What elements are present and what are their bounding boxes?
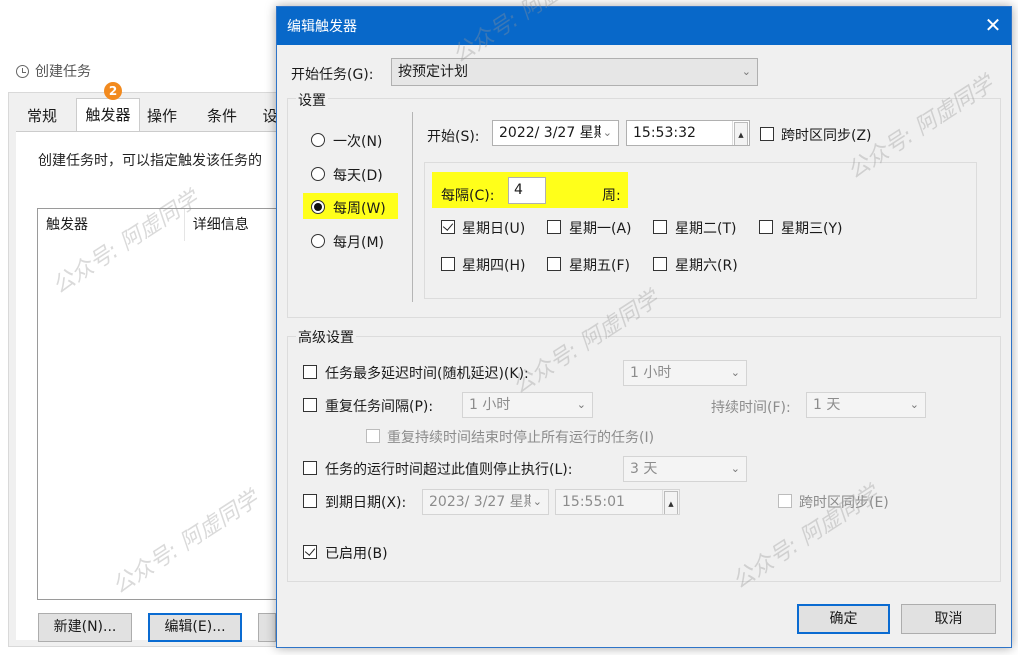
ok-button[interactable]: 确定: [797, 604, 890, 634]
start-task-label: 开始任务(G):: [291, 67, 374, 83]
settings-group-label: 设置: [296, 90, 328, 110]
dialog-title-bar: [277, 7, 1011, 45]
tab-triggers[interactable]: 触发器: [76, 98, 140, 133]
duration-select[interactable]: 1 天 ⌄: [806, 392, 926, 418]
expire-date-value: 2023/ 3/27 星期: [429, 494, 538, 510]
expire-time-value: 15:55:01: [562, 494, 625, 510]
stop-longer-select[interactable]: 3 天 ⌄: [623, 456, 747, 482]
chevron-down-icon: ⌄: [730, 366, 740, 379]
enabled-label[interactable]: 已启用(B): [325, 543, 388, 563]
radio-once[interactable]: [311, 133, 325, 147]
new-trigger-button[interactable]: 新建(N)...: [38, 613, 132, 642]
stop-all-checkbox[interactable]: [366, 429, 380, 443]
day-monday-checkbox[interactable]: [547, 220, 561, 234]
expire-time-picker[interactable]: 15:55:01 ▲ ▼: [555, 489, 680, 515]
sync-timezone-label[interactable]: 跨时区同步(Z): [781, 125, 872, 145]
expire-label[interactable]: 到期日期(X):: [325, 492, 406, 512]
delay-label[interactable]: 任务最多延迟时间(随机延迟)(K):: [325, 363, 529, 383]
column-details[interactable]: 详细信息: [185, 209, 280, 241]
start-date-picker[interactable]: 2022/ 3/27 星期 ⌄: [492, 120, 619, 146]
day-thursday-checkbox[interactable]: [441, 257, 455, 271]
tab-general[interactable]: 常规: [22, 100, 62, 132]
radio-weekly[interactable]: [311, 200, 325, 214]
spin-up-icon[interactable]: ▲: [734, 122, 748, 145]
start-task-select[interactable]: 按预定计划 ⌄: [391, 58, 758, 86]
stop-longer-checkbox[interactable]: [303, 461, 317, 475]
radio-daily-label[interactable]: 每天(D): [333, 165, 383, 185]
create-task-title: 创建任务: [16, 60, 91, 82]
window-title-text: 创建任务: [35, 64, 91, 80]
day-monday-label[interactable]: 星期一(A): [569, 218, 632, 238]
every-weeks-input[interactable]: 4: [508, 177, 546, 204]
enabled-checkbox[interactable]: [303, 545, 317, 559]
radio-monthly-label[interactable]: 每月(M): [333, 232, 384, 252]
stop-longer-value: 3 天: [630, 461, 658, 477]
close-icon[interactable]: ✕: [980, 12, 1006, 38]
clock-icon: [16, 64, 29, 78]
stop-longer-label[interactable]: 任务的运行时间超过此值则停止执行(L):: [325, 459, 572, 479]
chevron-down-icon: ⌄: [600, 121, 612, 145]
repeat-checkbox[interactable]: [303, 398, 317, 412]
advanced-group-label: 高级设置: [296, 327, 356, 347]
expire-date-picker[interactable]: 2023/ 3/27 星期 ⌄: [422, 489, 549, 515]
day-thursday-label[interactable]: 星期四(H): [462, 255, 525, 275]
tab-actions[interactable]: 操作: [142, 100, 182, 132]
repeat-value: 1 小时: [469, 397, 511, 413]
start-time-picker[interactable]: 15:53:32 ▲ ▼: [626, 120, 750, 146]
radio-weekly-label[interactable]: 每周(W): [333, 198, 386, 218]
repeat-label[interactable]: 重复任务间隔(P):: [325, 396, 433, 416]
start-time-value: 15:53:32: [633, 125, 696, 141]
start-time-spinner[interactable]: ▲ ▼: [732, 121, 749, 145]
edit-trigger-button[interactable]: 编辑(E)...: [148, 613, 242, 642]
step-badge: 2: [104, 82, 122, 100]
settings-divider: [412, 112, 413, 302]
cancel-button[interactable]: 取消: [901, 604, 996, 634]
delay-select[interactable]: 1 小时 ⌄: [623, 360, 747, 386]
sync-timezone-checkbox[interactable]: [760, 127, 774, 141]
day-friday-label[interactable]: 星期五(F): [569, 255, 630, 275]
triggers-description: 创建任务时，可以指定触发该任务的: [38, 153, 262, 169]
radio-daily[interactable]: [311, 167, 325, 181]
delete-trigger-button[interactable]: [258, 613, 276, 642]
day-wednesday-label[interactable]: 星期三(Y): [781, 218, 842, 238]
radio-monthly[interactable]: [311, 234, 325, 248]
every-label: 每隔(C):: [441, 188, 495, 204]
day-sunday-checkbox[interactable]: [441, 220, 455, 234]
delay-value: 1 小时: [630, 365, 672, 381]
delay-checkbox[interactable]: [303, 365, 317, 379]
start-date-value: 2022/ 3/27 星期: [499, 125, 608, 141]
chevron-down-icon: ⌄: [741, 65, 751, 78]
duration-value: 1 天: [813, 397, 841, 413]
chevron-down-icon: ⌄: [730, 462, 740, 475]
radio-once-label[interactable]: 一次(N): [333, 131, 382, 151]
day-saturday-label[interactable]: 星期六(R): [675, 255, 738, 275]
expire-checkbox[interactable]: [303, 494, 317, 508]
chevron-down-icon: ⌄: [530, 490, 542, 514]
day-sunday-label[interactable]: 星期日(U): [462, 218, 525, 238]
day-friday-checkbox[interactable]: [547, 257, 561, 271]
chevron-down-icon: ⌄: [576, 398, 586, 411]
day-tuesday-checkbox[interactable]: [653, 220, 667, 234]
spin-up-icon[interactable]: ▲: [664, 491, 678, 514]
start-task-value: 按预定计划: [398, 64, 468, 80]
day-saturday-checkbox[interactable]: [653, 257, 667, 271]
expire-sync-checkbox[interactable]: [778, 494, 792, 508]
stop-all-label[interactable]: 重复持续时间结束时停止所有运行的任务(I): [387, 427, 654, 447]
chevron-down-icon: ⌄: [909, 398, 919, 411]
tab-conditions[interactable]: 条件: [202, 100, 242, 132]
day-wednesday-checkbox[interactable]: [759, 220, 773, 234]
day-tuesday-label[interactable]: 星期二(T): [675, 218, 736, 238]
duration-label: 持续时间(F):: [711, 400, 791, 416]
week-unit-label: 周:: [602, 188, 621, 204]
expire-time-spinner[interactable]: ▲ ▼: [662, 490, 679, 514]
start-label: 开始(S):: [427, 129, 480, 145]
dialog-title: 编辑触发器: [287, 19, 357, 35]
